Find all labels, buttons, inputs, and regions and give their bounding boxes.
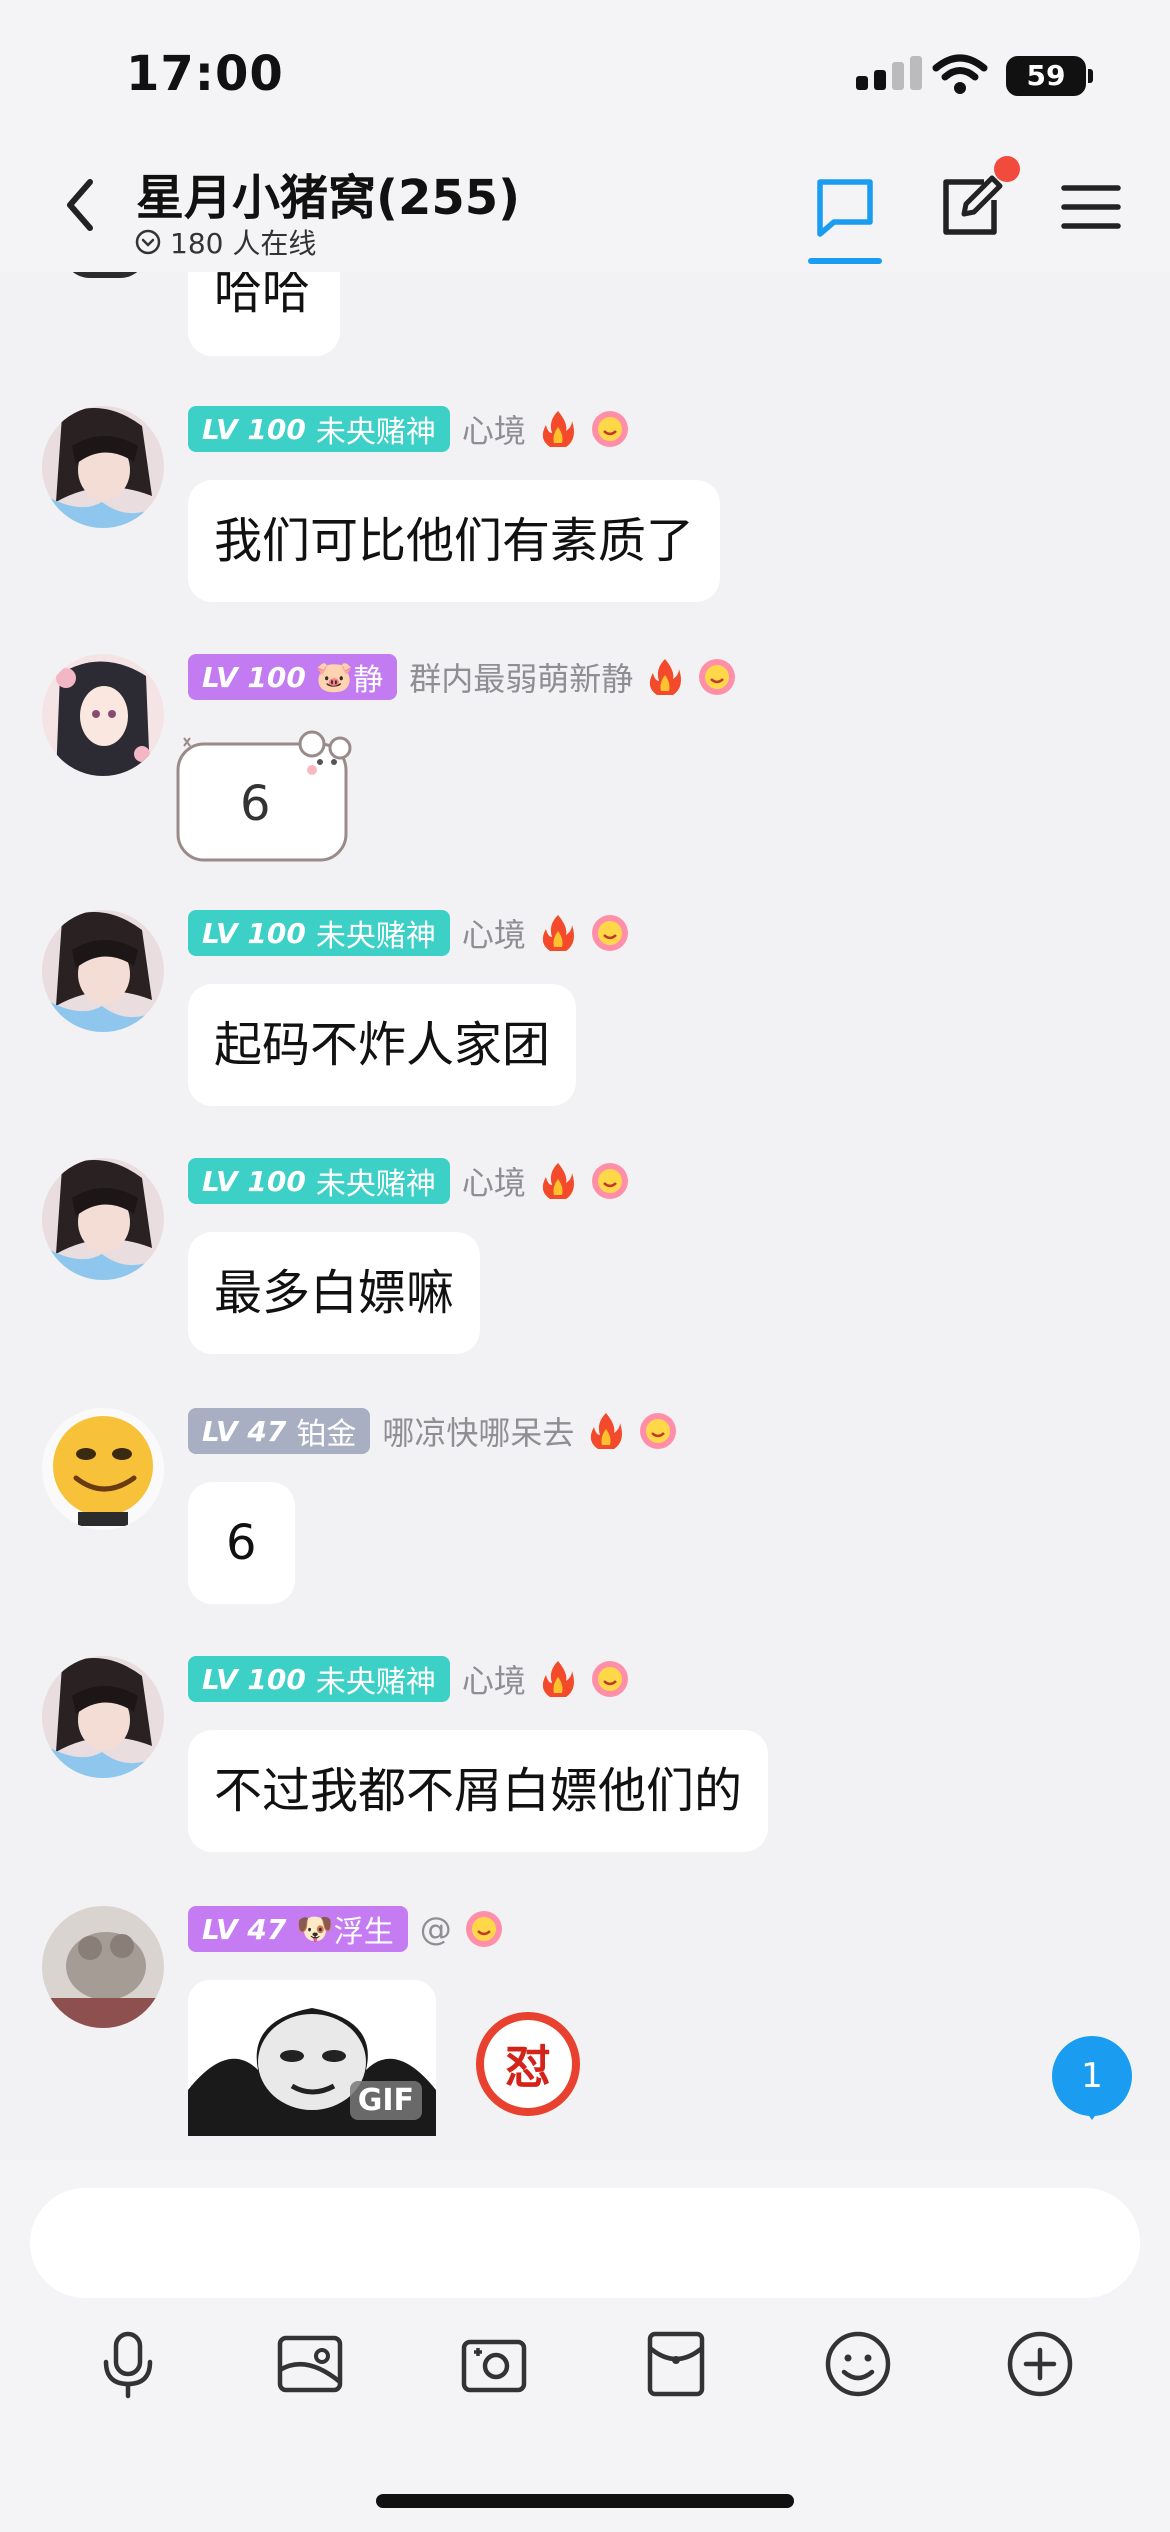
level-value: LV 100: [202, 1662, 306, 1696]
flame-icon: [542, 1661, 574, 1697]
flame-icon: [650, 659, 682, 695]
unread-count-badge[interactable]: 1: [1052, 2036, 1132, 2116]
flame-icon: [591, 1413, 623, 1449]
sender-nickname[interactable]: 心境: [462, 1158, 526, 1204]
sender-nickname[interactable]: 群内最弱萌新静: [409, 654, 633, 700]
level-value: LV 100: [202, 412, 306, 446]
sender-meta: LV 100 未央赌神 心境: [188, 1158, 630, 1204]
avatar[interactable]: [42, 406, 164, 528]
battery-indicator: 59: [1006, 56, 1086, 96]
message-bubble[interactable]: 不过我都不屑白嫖他们的: [188, 1730, 769, 1852]
level-value: LV 100: [202, 660, 306, 694]
sender-meta: LV 100 🐷 静 群内最弱萌新静: [188, 654, 737, 700]
signal-bar-1: [856, 76, 868, 90]
level-badge[interactable]: LV 100 未央赌神: [188, 910, 450, 956]
signal-bar-2: [874, 70, 886, 90]
level-value: LV 100: [202, 1164, 306, 1198]
sender-nickname[interactable]: 心境: [462, 1656, 526, 1702]
smiley-badge-icon: [640, 1413, 677, 1449]
smiley-badge-icon: [591, 411, 628, 447]
level-badge[interactable]: LV 47 铂金: [188, 1408, 371, 1454]
sender-meta: LV 47 铂金 哪凉快哪呆去: [188, 1408, 678, 1454]
gif-label: GIF: [349, 2081, 422, 2120]
smiley-badge-icon: [465, 1911, 502, 1947]
avatar[interactable]: [42, 1408, 164, 1530]
message-bubble[interactable]: 哈哈: [188, 268, 340, 356]
flame-icon: [542, 915, 574, 951]
level-title: 未央赌神: [315, 1167, 436, 1202]
status-time: 17:00: [126, 46, 284, 102]
smiley-badge-icon: [699, 659, 736, 695]
smiley-badge-icon: [591, 1661, 628, 1697]
avatar[interactable]: [42, 654, 164, 776]
message-bubble[interactable]: 我们可比他们有素质了: [188, 480, 721, 602]
active-tab-indicator: [808, 258, 882, 264]
top-bar: 17:00 59 星月小猪窝(255) 180 人在线: [0, 0, 1170, 272]
smiley-badge-icon: [591, 915, 628, 951]
online-count-label: 180 人在线: [170, 227, 317, 260]
plus-icon[interactable]: [1002, 2326, 1078, 2402]
sender-meta: LV 100 未央赌神 心境: [188, 910, 630, 956]
emoji-icon[interactable]: [820, 2326, 896, 2402]
message-input[interactable]: [30, 2188, 1140, 2298]
wifi-icon: [932, 54, 988, 94]
bear-sticker[interactable]: 6: [172, 726, 352, 866]
level-value: LV 47: [202, 1414, 287, 1448]
level-title: 未央赌神: [315, 919, 436, 954]
smiley-badge-icon: [591, 1163, 628, 1199]
level-badge[interactable]: LV 100 未央赌神: [188, 1158, 450, 1204]
sender-meta: LV 100 未央赌神 心境: [188, 1656, 630, 1702]
level-title: 铂金: [296, 1417, 357, 1452]
signal-bar-3: [892, 62, 904, 90]
message-bubble[interactable]: 起码不炸人家团: [188, 984, 577, 1106]
sender-nickname[interactable]: @: [420, 1910, 452, 1948]
sender-meta: LV 100 未央赌神 心境: [188, 406, 630, 452]
notification-dot: [994, 156, 1020, 182]
level-badge[interactable]: LV 100 🐷 静: [188, 654, 398, 700]
sender-nickname[interactable]: 心境: [462, 910, 526, 956]
level-title: 未央赌神: [315, 1665, 436, 1700]
post-edit-icon[interactable]: [936, 172, 1006, 242]
sender-meta: LV 47 🐶 浮生 @: [188, 1906, 504, 1952]
dog-emoji: 🐶: [296, 1911, 334, 1947]
menu-icon[interactable]: [1056, 172, 1126, 242]
camera-icon[interactable]: [456, 2326, 532, 2402]
online-count[interactable]: 180 人在线: [134, 222, 316, 262]
message-item: LV 47 🐶 浮生 @ GIF 怼: [0, 1906, 1170, 2160]
battery-tip: [1088, 69, 1093, 83]
message-bubble[interactable]: 最多白嫖嘛: [188, 1232, 481, 1354]
avatar[interactable]: [42, 1158, 164, 1280]
chat-tab-icon[interactable]: [810, 172, 880, 242]
sticker-text: 6: [240, 776, 271, 832]
chevron-down-circle-icon: [135, 229, 161, 255]
sender-nickname[interactable]: 心境: [462, 406, 526, 452]
input-panel: [0, 2160, 1170, 2532]
level-value: LV 47: [202, 1912, 287, 1946]
level-badge[interactable]: LV 100 未央赌神: [188, 1656, 450, 1702]
microphone-icon[interactable]: [90, 2326, 166, 2402]
level-title: 未央赌神: [315, 415, 436, 450]
flame-icon: [542, 411, 574, 447]
red-packet-icon[interactable]: [638, 2326, 714, 2402]
level-badge[interactable]: LV 47 🐶 浮生: [188, 1906, 408, 1952]
message-bubble[interactable]: 6: [188, 1482, 295, 1604]
back-icon[interactable]: [56, 170, 112, 240]
sender-nickname[interactable]: 哪凉快哪呆去: [382, 1408, 574, 1454]
unread-badge-tail: [1082, 2106, 1102, 2120]
home-indicator: [376, 2494, 794, 2508]
level-value: LV 100: [202, 916, 306, 950]
avatar[interactable]: [42, 1906, 164, 2028]
reaction-sticker[interactable]: 怼: [476, 2012, 580, 2116]
pig-emoji: 🐷: [315, 659, 354, 695]
flame-icon: [542, 1163, 574, 1199]
avatar[interactable]: [42, 910, 164, 1032]
level-title: 浮生: [333, 1915, 394, 1950]
gif-message[interactable]: GIF: [188, 1980, 436, 2136]
avatar[interactable]: [42, 1656, 164, 1778]
photo-icon[interactable]: [272, 2326, 348, 2402]
level-title: 静: [353, 663, 384, 698]
signal-bar-4: [910, 56, 922, 90]
level-badge[interactable]: LV 100 未央赌神: [188, 406, 450, 452]
group-title[interactable]: 星月小猪窝(255): [136, 158, 520, 228]
